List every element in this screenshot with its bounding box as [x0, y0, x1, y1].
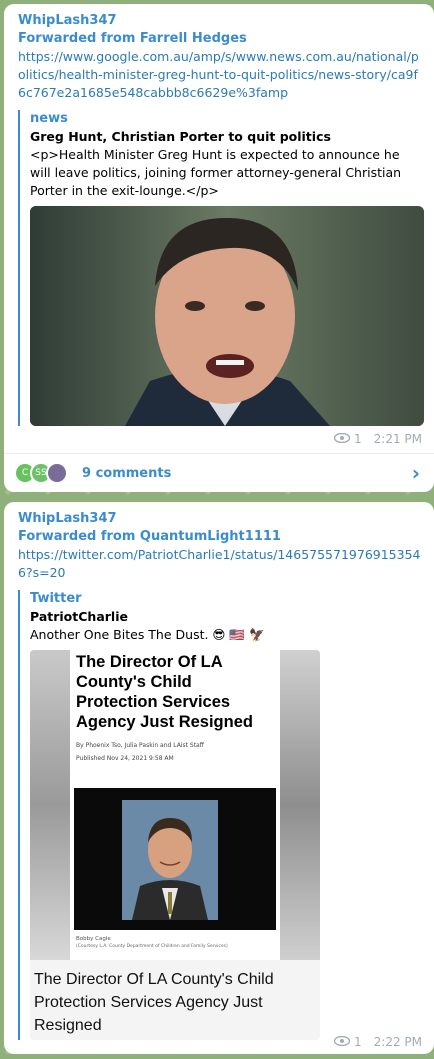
article-byline: By Phoenix Tso, Julia Paskin and LAist S… [76, 742, 204, 749]
preview-title: Greg Hunt, Christian Porter to quit poli… [30, 129, 331, 144]
message-meta: 1 2:21 PM [333, 432, 422, 446]
preview-description: <p>Health Minister Greg Hunt is expected… [30, 147, 402, 198]
author-name[interactable]: WhipLash347 [18, 510, 424, 528]
photo-caption-credit: (Courtesy L.A. County Department of Chil… [76, 944, 228, 949]
message-time: 2:22 PM [373, 1035, 422, 1049]
comments-bar[interactable]: C SS 9 comments › [4, 454, 434, 492]
message-bubble-2: WhipLash347 Forwarded from QuantumLight1… [4, 502, 434, 1054]
author-name[interactable]: WhipLash347 [18, 12, 424, 30]
link-preview[interactable]: news Greg Hunt, Christian Porter to quit… [18, 110, 424, 426]
message-link[interactable]: https://twitter.com/PatriotCharlie1/stat… [18, 546, 424, 582]
preview-description: Another One Bites The Dust. 😎 🇺🇸 🦅 [30, 627, 265, 642]
message-meta: 1 2:22 PM [333, 1035, 422, 1049]
image-bottom-text: The Director Of LA County's Child Protec… [34, 971, 274, 1034]
eye-icon [333, 432, 351, 446]
comments-link[interactable]: 9 comments [82, 466, 171, 481]
eye-icon [333, 1035, 351, 1049]
preview-site-name: news [30, 111, 68, 126]
chevron-right-icon[interactable]: › [412, 461, 420, 485]
preview-image[interactable] [30, 206, 424, 426]
preview-site-name: Twitter [30, 591, 82, 606]
view-count: 1 [354, 432, 362, 446]
forwarded-from[interactable]: Forwarded from Farrell Hedges [18, 30, 424, 48]
blur-left [30, 650, 70, 960]
portrait-photo [30, 206, 424, 426]
message-link[interactable]: https://www.google.com.au/amp/s/www.news… [18, 48, 424, 102]
forwarded-from[interactable]: Forwarded from QuantumLight1111 [18, 528, 424, 546]
message-time: 2:21 PM [373, 432, 422, 446]
message-bubble-1: WhipLash347 Forwarded from Farrell Hedge… [4, 4, 434, 492]
blur-right [280, 650, 320, 960]
article-headline: The Director Of LA County's Child Protec… [76, 653, 253, 731]
view-count: 1 [354, 1035, 362, 1049]
article-photo [74, 788, 276, 930]
article-card: The Director Of LA County's Child Protec… [70, 650, 280, 960]
article-published: Published Nov 24, 2021 9:58 AM [76, 755, 174, 762]
preview-image[interactable]: The Director Of LA County's Child Protec… [30, 650, 320, 1040]
photo-caption-name: Bobby Cagle [76, 936, 111, 942]
preview-title: PatriotCharlie [30, 609, 128, 624]
link-preview[interactable]: Twitter PatriotCharlie Another One Bites… [18, 590, 424, 1040]
avatar [46, 462, 68, 484]
